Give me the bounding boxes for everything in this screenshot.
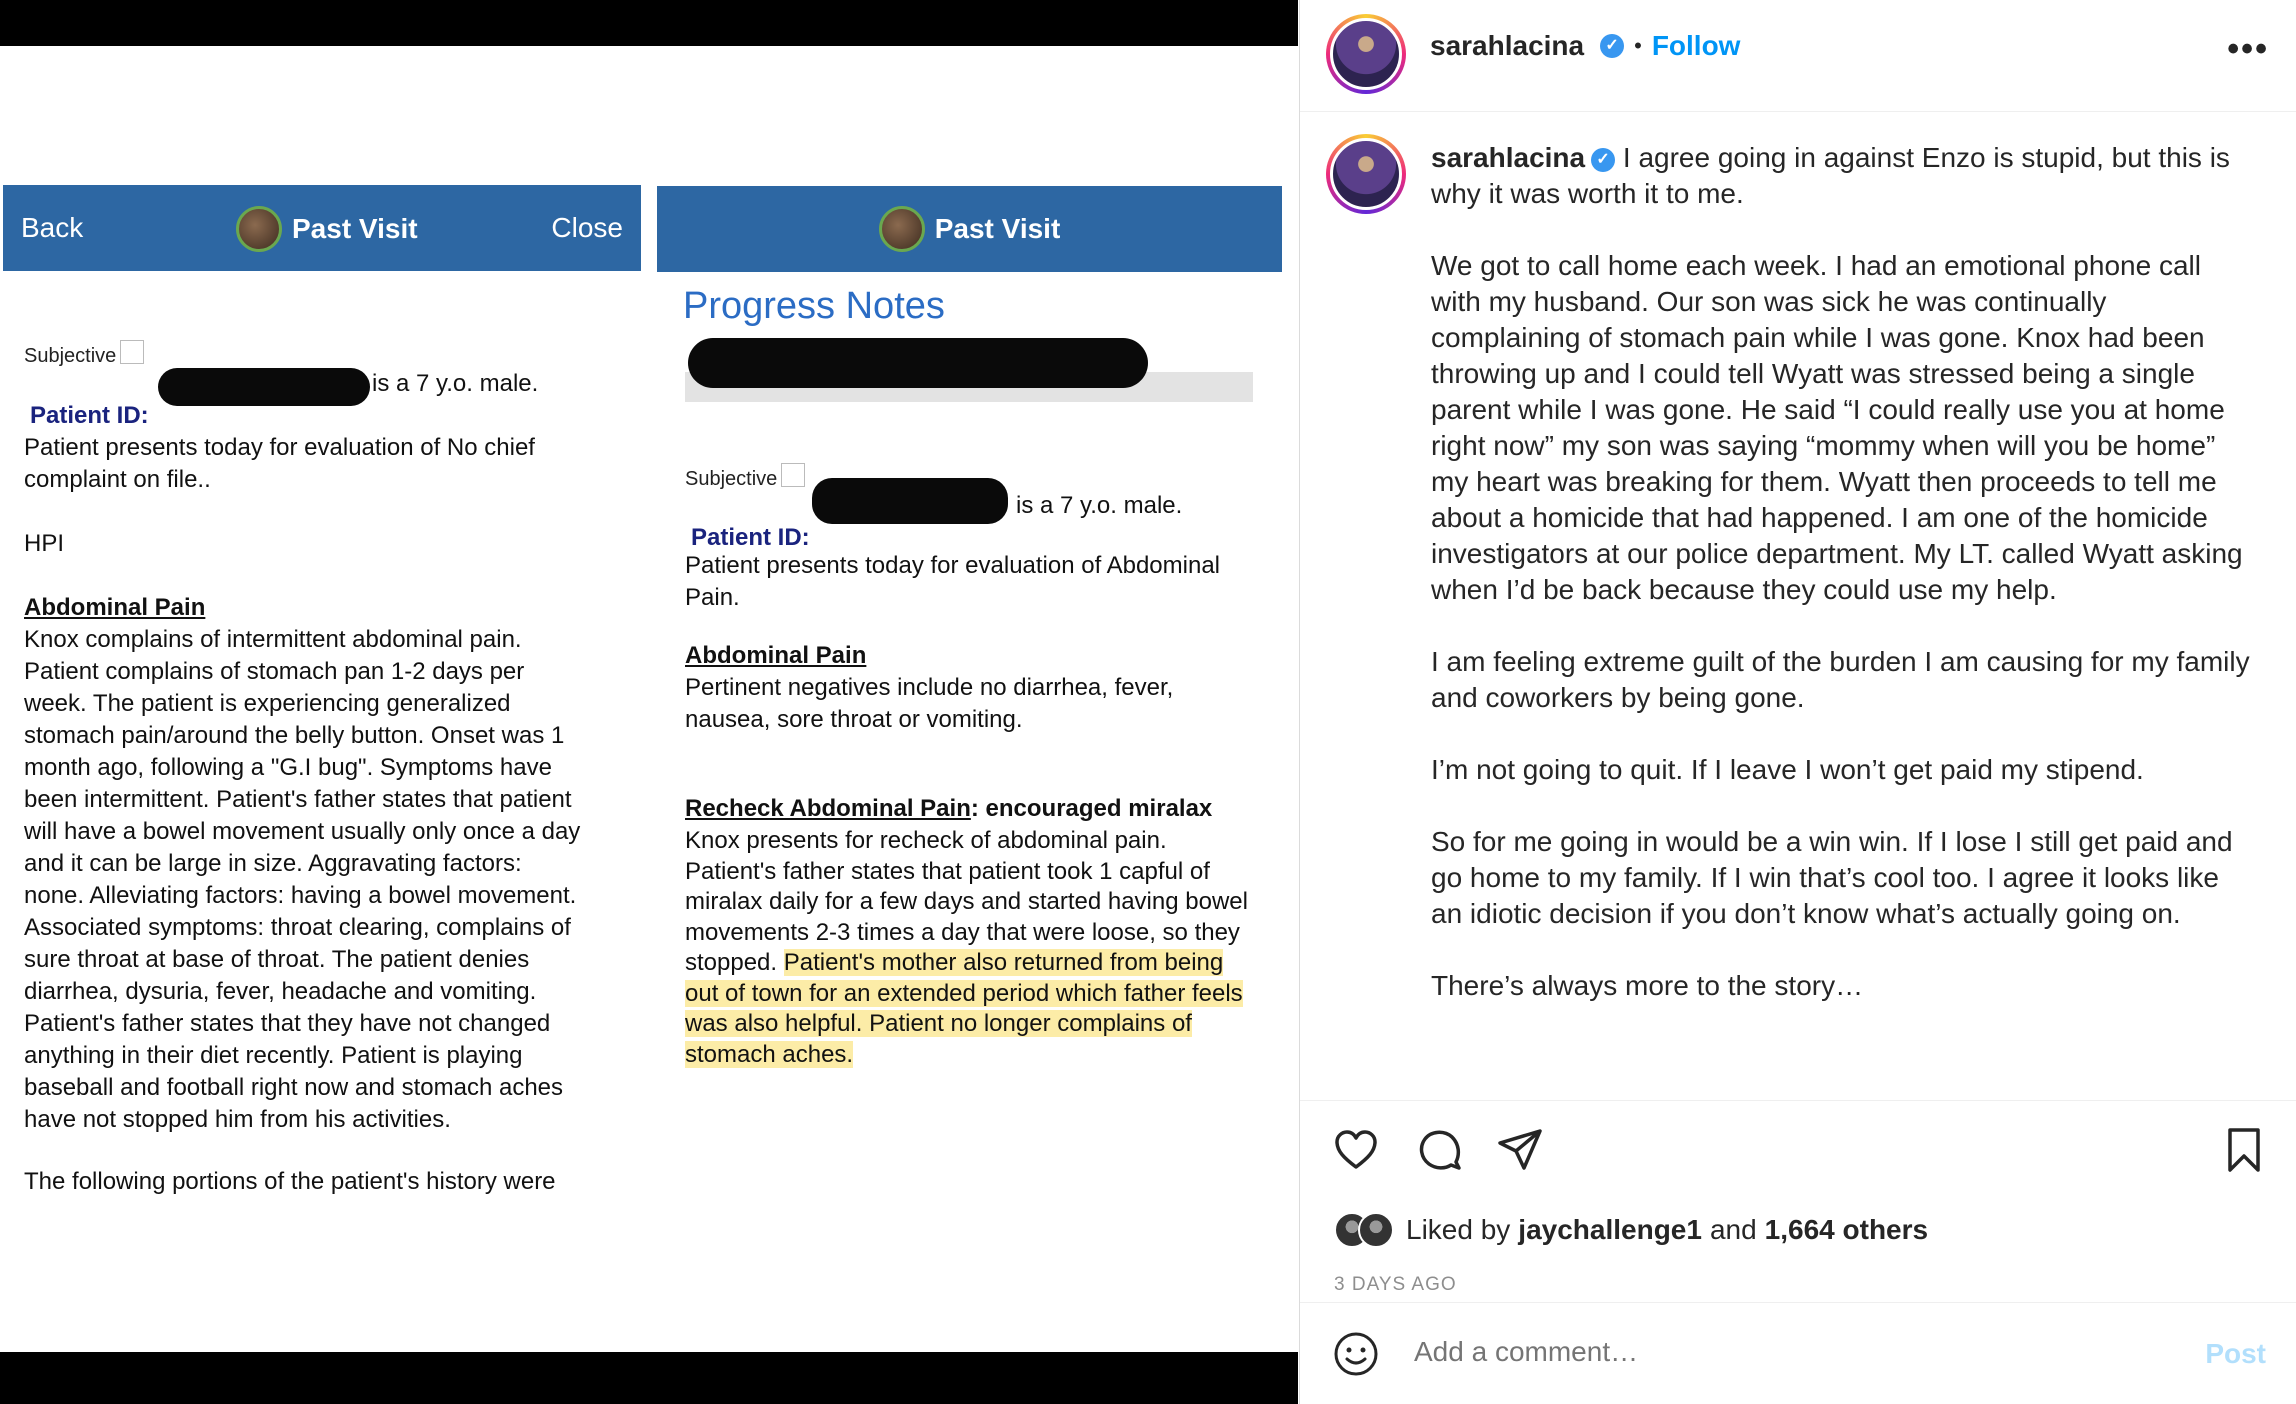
likes-summary: Liked by jaychallenge1 and 1,664 others bbox=[1334, 1212, 1928, 1248]
caption-paragraph: I am feeling extreme guilt of the burden… bbox=[1431, 646, 2250, 713]
liker-avatars bbox=[1334, 1212, 1394, 1248]
letterbox-bottom bbox=[0, 1352, 1298, 1404]
caption-paragraph: So for me going in would be a win win. I… bbox=[1431, 826, 2233, 929]
past-visit-title: Past Visit bbox=[934, 213, 1061, 244]
history-text: The following portions of the patient's … bbox=[24, 1168, 556, 1195]
post-timestamp[interactable]: 3 DAYS AGO bbox=[1334, 1274, 1457, 1296]
verified-badge-icon: ✓ bbox=[1591, 147, 1616, 172]
patient-id-line: Patient ID: bbox=[30, 368, 149, 432]
checkbox-icon bbox=[120, 340, 145, 364]
author-row: sarahlacina ✓ • Follow bbox=[1430, 30, 1740, 62]
patient-desc: is a 7 y.o. male. bbox=[372, 370, 539, 397]
avatar bbox=[1358, 1212, 1394, 1248]
post-header: sarahlacina ✓ • Follow ••• bbox=[1300, 0, 2296, 112]
caption-paragraph: There’s always more to the story… bbox=[1431, 970, 1864, 1001]
patient-avatar-icon bbox=[878, 206, 925, 252]
more-options-icon[interactable]: ••• bbox=[2227, 30, 2269, 69]
separator-dot: • bbox=[1634, 33, 1642, 58]
like-heart-icon[interactable] bbox=[1332, 1126, 1380, 1174]
presents-text: Patient presents today for evaluation of… bbox=[24, 434, 535, 493]
likes-count[interactable]: 1,664 others bbox=[1765, 1214, 1928, 1246]
caption-username[interactable]: sarahlacina bbox=[1431, 142, 1585, 173]
instagram-post-panel: sarahlacina ✓ • Follow ••• sarahlacina ✓ … bbox=[1299, 0, 2296, 1404]
recheck-suffix: : encouraged miralax bbox=[970, 795, 1213, 822]
highlighted-text: was also helpful. Patient no longer comp… bbox=[685, 1010, 1192, 1037]
hpi-label: HPI bbox=[24, 530, 65, 557]
recheck-heading-line: Recheck Abdominal Pain: encouraged miral… bbox=[685, 793, 1212, 825]
post-caption: sarahlacina ✓ I agree going in against En… bbox=[1431, 140, 2251, 1040]
patient-id-label: Patient ID: bbox=[691, 524, 810, 551]
share-icon[interactable] bbox=[1496, 1126, 1544, 1174]
emoji-icon[interactable] bbox=[1332, 1330, 1380, 1378]
caption-author-avatar[interactable] bbox=[1326, 134, 1406, 214]
redaction-mark bbox=[812, 478, 1008, 524]
post-image: Back Past Visit Close Past Visit Subject… bbox=[0, 0, 1298, 1404]
caption-paragraph: We got to call home each week. I had an … bbox=[1431, 250, 2243, 605]
close-label: Close bbox=[551, 212, 623, 243]
highlighted-text: out of town for an extended period which… bbox=[685, 979, 1243, 1007]
patient-id-line: Patient ID: bbox=[691, 490, 810, 554]
back-label: Back bbox=[21, 212, 84, 243]
highlighted-text: Patient's mother also returned from bein… bbox=[783, 949, 1224, 976]
liked-by-and: and bbox=[1709, 1214, 1757, 1245]
post-comment-button[interactable]: Post bbox=[2205, 1338, 2266, 1370]
negatives-text: Pertinent negatives include no diarrhea,… bbox=[685, 674, 1174, 733]
recheck-heading: Recheck Abdominal Pain bbox=[685, 795, 971, 822]
abdominal-pain-heading: Abdominal Pain bbox=[685, 642, 867, 669]
divider bbox=[1300, 1302, 2296, 1303]
patient-desc: is a 7 y.o. male. bbox=[1016, 492, 1183, 519]
save-bookmark-icon[interactable] bbox=[2220, 1126, 2268, 1174]
highlighted-text: stomach aches. bbox=[685, 1040, 854, 1068]
hpi-body: Knox complains of intermittent abdominal… bbox=[24, 626, 581, 1133]
past-visit-header-left: Back Past Visit Close bbox=[3, 185, 641, 271]
add-comment-input[interactable] bbox=[1414, 1336, 2014, 1368]
presents-text: Patient presents today for evaluation of… bbox=[685, 552, 1221, 611]
past-visit-header-right: Past Visit bbox=[657, 186, 1282, 272]
redaction-mark bbox=[158, 368, 370, 406]
patient-avatar-icon bbox=[236, 206, 282, 252]
redaction-mark bbox=[688, 338, 1148, 388]
comment-icon[interactable] bbox=[1416, 1126, 1464, 1174]
letterbox-top bbox=[0, 0, 1298, 46]
verified-badge-icon: ✓ bbox=[1600, 34, 1625, 58]
abdominal-pain-heading: Abdominal Pain bbox=[24, 594, 206, 621]
recheck-body: Knox presents for recheck of abdominal p… bbox=[685, 827, 1248, 1068]
progress-notes-title: Progress Notes bbox=[683, 285, 945, 327]
divider bbox=[1300, 1100, 2296, 1101]
liked-by-user[interactable]: jaychallenge1 bbox=[1518, 1214, 1702, 1246]
caption-paragraph: I’m not going to quit. If I leave I won’… bbox=[1431, 754, 2144, 785]
liked-by-prefix: Liked by bbox=[1406, 1214, 1511, 1245]
past-visit-title: Past Visit bbox=[292, 213, 418, 244]
follow-button[interactable]: Follow bbox=[1652, 30, 1741, 62]
checkbox-icon bbox=[781, 463, 806, 487]
author-username[interactable]: sarahlacina bbox=[1430, 30, 1584, 62]
patient-id-label: Patient ID: bbox=[30, 402, 149, 429]
author-avatar[interactable] bbox=[1326, 14, 1406, 94]
